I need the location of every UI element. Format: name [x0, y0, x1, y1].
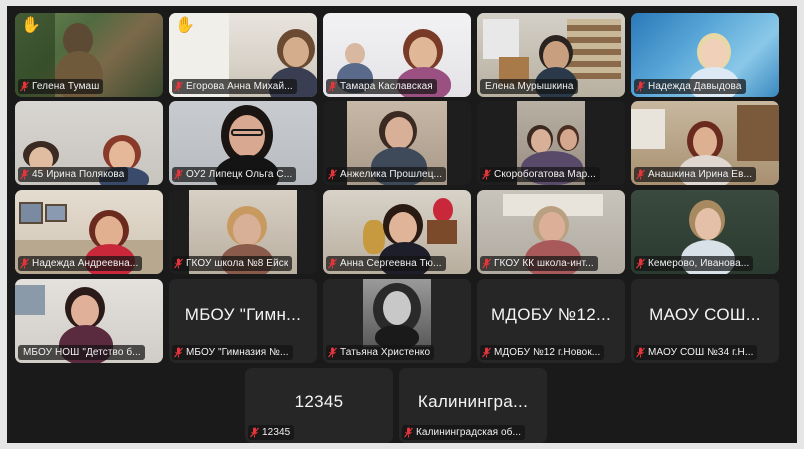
participant-name: Калининградская об... [416, 427, 522, 438]
muted-mic-icon [328, 81, 337, 92]
participant-name: МБОУ "Гимназия №... [186, 347, 289, 358]
participant-name: Анна Сергеевна Тю... [340, 258, 442, 269]
participant-name: Скоробогатова Мар... [494, 169, 596, 180]
muted-mic-icon [250, 427, 259, 438]
name-bar: Калининградская об... [402, 425, 526, 440]
muted-mic-icon [20, 169, 29, 180]
muted-mic-icon [174, 169, 183, 180]
name-bar: МДОБУ №12 г.Новок... [480, 345, 605, 360]
participant-tile-no-video[interactable]: МДОБУ №12... МДОБУ №12 г.Новок... [477, 279, 625, 363]
participant-tile[interactable]: 45 Ирина Полякова [15, 101, 163, 185]
participant-tile[interactable]: ГКОУ КК школа-инт... [477, 190, 625, 274]
participant-tile[interactable]: ✋ Егорова Анна Михай... [169, 13, 317, 97]
participant-name: Надежда Давыдова [648, 81, 742, 92]
name-bar: Анна Сергеевна Тю... [326, 256, 446, 271]
participant-display-label: МБОУ "Гимн... [184, 305, 302, 324]
muted-mic-icon [482, 169, 491, 180]
muted-mic-icon [328, 258, 337, 269]
name-bar: Скоробогатова Мар... [480, 167, 600, 182]
name-bar: Анашкина Ирина Ев... [634, 167, 757, 182]
participant-tile-no-video[interactable]: МАОУ СОШ... МАОУ СОШ №34 г.Н... [631, 279, 779, 363]
participant-name: МБОУ НОШ "Детство б... [23, 347, 141, 358]
participant-tile[interactable]: Надежда Андреевна... [15, 190, 163, 274]
muted-mic-icon [636, 169, 645, 180]
name-bar: Надежда Андреевна... [18, 256, 143, 271]
name-bar: Елена Мурышкина [480, 79, 578, 94]
participant-display-label: МАОУ СОШ... [649, 305, 761, 324]
muted-mic-icon [636, 347, 645, 358]
muted-mic-icon [636, 81, 645, 92]
muted-mic-icon [20, 81, 29, 92]
muted-mic-icon [482, 347, 491, 358]
muted-mic-icon [482, 258, 491, 269]
name-bar: ГКОУ КК школа-инт... [480, 256, 598, 271]
participant-name: Гелена Тумаш [32, 81, 100, 92]
participant-tile-no-video[interactable]: Татьяна Христенко [323, 279, 471, 363]
participant-tile[interactable]: Тамара Каславская [323, 13, 471, 97]
raised-hand-icon: ✋ [21, 17, 41, 34]
muted-mic-icon [328, 347, 337, 358]
name-bar: Надежда Давыдова [634, 79, 746, 94]
participant-tile-no-video[interactable]: МБОУ "Гимн... МБОУ "Гимназия №... [169, 279, 317, 363]
participant-name: 12345 [262, 427, 291, 438]
name-bar: МАОУ СОШ №34 г.Н... [634, 345, 758, 360]
raised-hand-icon: ✋ [175, 17, 195, 34]
name-bar: Тамара Каславская [326, 79, 437, 94]
name-bar: ГКОУ школа №8 Ейск [172, 256, 293, 271]
name-bar: Егорова Анна Михай... [172, 79, 297, 94]
participant-name: ОУ2 Липецк Ольга С... [186, 169, 293, 180]
participant-name: МАОУ СОШ №34 г.Н... [648, 347, 754, 358]
video-gallery: ✋ Гелена Тумаш ✋ Егорова Анна Михай... Т… [7, 6, 797, 443]
participant-name: Егорова Анна Михай... [186, 81, 293, 92]
participant-name: Тамара Каславская [340, 81, 433, 92]
muted-mic-icon [404, 427, 413, 438]
participant-tile[interactable]: ГКОУ школа №8 Ейск [169, 190, 317, 274]
muted-mic-icon [20, 258, 29, 269]
muted-mic-icon [328, 169, 337, 180]
name-bar: Татьяна Христенко [326, 345, 435, 360]
name-bar: МБОУ НОШ "Детство б... [18, 345, 145, 360]
name-bar: 45 Ирина Полякова [18, 167, 129, 182]
muted-mic-icon [636, 258, 645, 269]
participant-display-label: 12345 [294, 392, 344, 411]
muted-mic-icon [174, 81, 183, 92]
participant-tile-active-speaker[interactable]: Елена Мурышкина [477, 13, 625, 97]
participant-tile[interactable]: МБОУ НОШ "Детство б... [15, 279, 163, 363]
participant-name: Кемерово, Иванова... [648, 258, 750, 269]
participant-tile[interactable]: Анжелика Прошлец... [323, 101, 471, 185]
participant-name: Татьяна Христенко [340, 347, 431, 358]
participant-display-label: МДОБУ №12... [490, 305, 612, 324]
participant-name: ГКОУ школа №8 Ейск [186, 258, 289, 269]
participant-tile[interactable]: Скоробогатова Мар... [477, 101, 625, 185]
participant-tile[interactable]: Кемерово, Иванова... [631, 190, 779, 274]
participant-tile[interactable]: ✋ Гелена Тумаш [15, 13, 163, 97]
participant-display-label: Калинингра... [417, 392, 529, 411]
participant-name: Анжелика Прошлец... [340, 169, 443, 180]
name-bar: Анжелика Прошлец... [326, 167, 447, 182]
participant-tile[interactable]: ОУ2 Липецк Ольга С... [169, 101, 317, 185]
name-bar: ОУ2 Липецк Ольга С... [172, 167, 297, 182]
participant-name: Елена Мурышкина [485, 81, 574, 92]
participant-name: МДОБУ №12 г.Новок... [494, 347, 601, 358]
participant-tile[interactable]: Надежда Давыдова [631, 13, 779, 97]
participant-name: 45 Ирина Полякова [32, 169, 125, 180]
name-bar: Кемерово, Иванова... [634, 256, 754, 271]
muted-mic-icon [174, 258, 183, 269]
participant-tile-no-video[interactable]: 12345 12345 [245, 368, 393, 443]
participant-tile[interactable]: Анна Сергеевна Тю... [323, 190, 471, 274]
profile-photo [363, 279, 431, 349]
name-bar: Гелена Тумаш [18, 79, 104, 94]
participant-name: Анашкина Ирина Ев... [648, 169, 753, 180]
name-bar: 12345 [248, 425, 295, 440]
participant-name: Надежда Андреевна... [32, 258, 139, 269]
participant-name: ГКОУ КК школа-инт... [494, 258, 594, 269]
name-bar: МБОУ "Гимназия №... [172, 345, 293, 360]
participant-tile[interactable]: Анашкина Ирина Ев... [631, 101, 779, 185]
participant-tile-no-video[interactable]: Калинингра... Калининградская об... [399, 368, 547, 443]
muted-mic-icon [174, 347, 183, 358]
